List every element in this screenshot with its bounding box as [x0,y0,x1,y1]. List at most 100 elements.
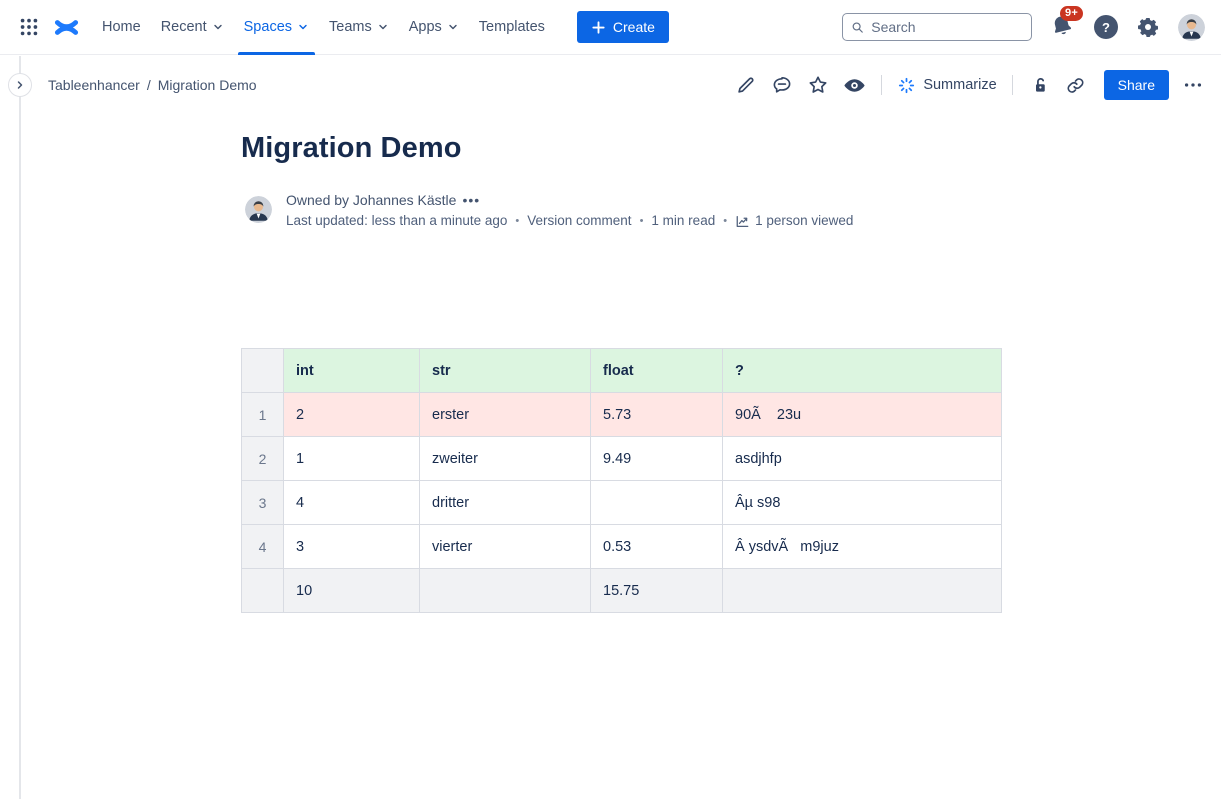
primary-nav: Home Recent Spaces Teams Apps Templates [92,0,555,55]
copy-link-button[interactable] [1064,73,1088,97]
confluence-page: Home Recent Spaces Teams Apps Templates [0,0,1221,799]
nav-label: Recent [161,19,207,35]
create-button-label: Create [613,19,655,35]
table-cell[interactable]: 15.75 [591,569,723,613]
row-number [242,569,284,613]
table-cell[interactable]: Â ysdvÃ m9juz [723,525,1002,569]
create-button[interactable]: Create [577,11,669,43]
table-cell[interactable]: 3 [284,525,420,569]
table-cell[interactable]: asdjhfp [723,437,1002,481]
table-cell[interactable]: 10 [284,569,420,613]
comments-button[interactable] [770,73,794,97]
ai-sparkle-icon [897,76,916,95]
nav-label: Home [102,19,141,35]
nav-item-teams[interactable]: Teams [319,0,399,55]
last-updated-text[interactable]: Last updated: less than a minute ago [286,211,507,231]
help-button[interactable]: ? [1094,15,1118,39]
notifications-button[interactable]: 9+ [1050,14,1076,40]
breadcrumb-space[interactable]: Tableenhancer [48,77,140,93]
table-cell[interactable]: erster [420,393,591,437]
search-box[interactable] [842,13,1032,41]
unlock-icon [1029,75,1050,96]
column-header[interactable]: str [420,349,591,393]
nav-item-home[interactable]: Home [92,0,151,55]
avatar-photo-icon [1178,14,1205,41]
link-icon [1065,75,1086,96]
toolbar-divider [1012,75,1013,95]
byline-owner-row: Owned by Johannes Kästle ••• [286,190,853,210]
table-cell[interactable]: 9.49 [591,437,723,481]
row-number[interactable]: 1 [242,393,284,437]
views-metric[interactable]: 1 person viewed [735,211,853,231]
pencil-icon [735,74,757,96]
nav-item-spaces[interactable]: Spaces [234,0,319,55]
version-comment-link[interactable]: Version comment [527,211,631,231]
nav-item-templates[interactable]: Templates [469,0,555,55]
chevron-right-icon [14,79,26,91]
summarize-button[interactable]: Summarize [897,76,996,95]
nav-label: Spaces [244,19,292,35]
table-cell[interactable]: 5.73 [591,393,723,437]
plus-icon [591,20,606,35]
table-cell[interactable]: 90Ã 23u [723,393,1002,437]
views-count-text: 1 person viewed [755,211,853,231]
edit-button[interactable] [734,73,758,97]
page-actions-toolbar: Summarize Share [734,70,1205,100]
table-cell[interactable]: 2 [284,393,420,437]
page-byline: Owned by Johannes Kästle ••• Last updated… [286,190,853,231]
share-button[interactable]: Share [1104,70,1169,100]
user-avatar[interactable] [1178,14,1205,41]
gear-icon [1136,15,1160,39]
nav-item-apps[interactable]: Apps [399,0,469,55]
table-cell[interactable]: Âµ s98 [723,481,1002,525]
summarize-label: Summarize [923,77,996,93]
more-actions-button[interactable] [1181,73,1205,97]
table-cell[interactable] [723,569,1002,613]
owner-avatar[interactable] [245,196,272,223]
app-switcher-icon[interactable] [18,16,40,38]
owned-by-text[interactable]: Owned by Johannes Kästle [286,192,456,208]
search-input[interactable] [871,19,1023,35]
row-number[interactable]: 2 [242,437,284,481]
page-title: Migration Demo [241,132,462,165]
chevron-down-icon [377,21,389,33]
table-cell[interactable] [420,569,591,613]
table-cell[interactable]: dritter [420,481,591,525]
table-cell[interactable]: zweiter [420,437,591,481]
column-header[interactable]: int [284,349,420,393]
star-button[interactable] [806,73,830,97]
watch-button[interactable] [842,73,866,97]
breadcrumb: Tableenhancer / Migration Demo [48,77,257,93]
row-number[interactable]: 3 [242,481,284,525]
search-icon [851,20,864,35]
row-number[interactable]: 4 [242,525,284,569]
nav-label: Apps [409,19,442,35]
speech-bubble-icon [771,74,793,96]
notification-badge: 9+ [1060,6,1083,21]
column-header[interactable]: float [591,349,723,393]
breadcrumb-separator: / [147,77,151,93]
expand-sidebar-button[interactable] [8,73,32,97]
table-row: 3 4 dritter Âµ s98 [242,481,1002,525]
star-icon [807,74,829,96]
nav-item-recent[interactable]: Recent [151,0,234,55]
table-header-row: int str float ? [242,349,1002,393]
restrictions-button[interactable] [1028,73,1052,97]
table-corner-cell [242,349,284,393]
table-cell[interactable]: 0.53 [591,525,723,569]
nav-label: Teams [329,19,372,35]
table-cell[interactable]: vierter [420,525,591,569]
table-cell[interactable] [591,481,723,525]
question-mark-icon: ? [1102,20,1110,35]
table-cell[interactable]: 1 [284,437,420,481]
settings-button[interactable] [1136,15,1160,39]
nav-right-group: 9+ ? [842,13,1205,41]
breadcrumb-page[interactable]: Migration Demo [158,77,257,93]
meta-separator: • [515,211,519,231]
confluence-logo-icon[interactable] [53,15,80,40]
column-header[interactable]: ? [723,349,1002,393]
table-cell[interactable]: 4 [284,481,420,525]
sidebar-divider [19,56,21,799]
owner-more-button[interactable]: ••• [462,192,480,208]
meta-separator: • [640,211,644,231]
